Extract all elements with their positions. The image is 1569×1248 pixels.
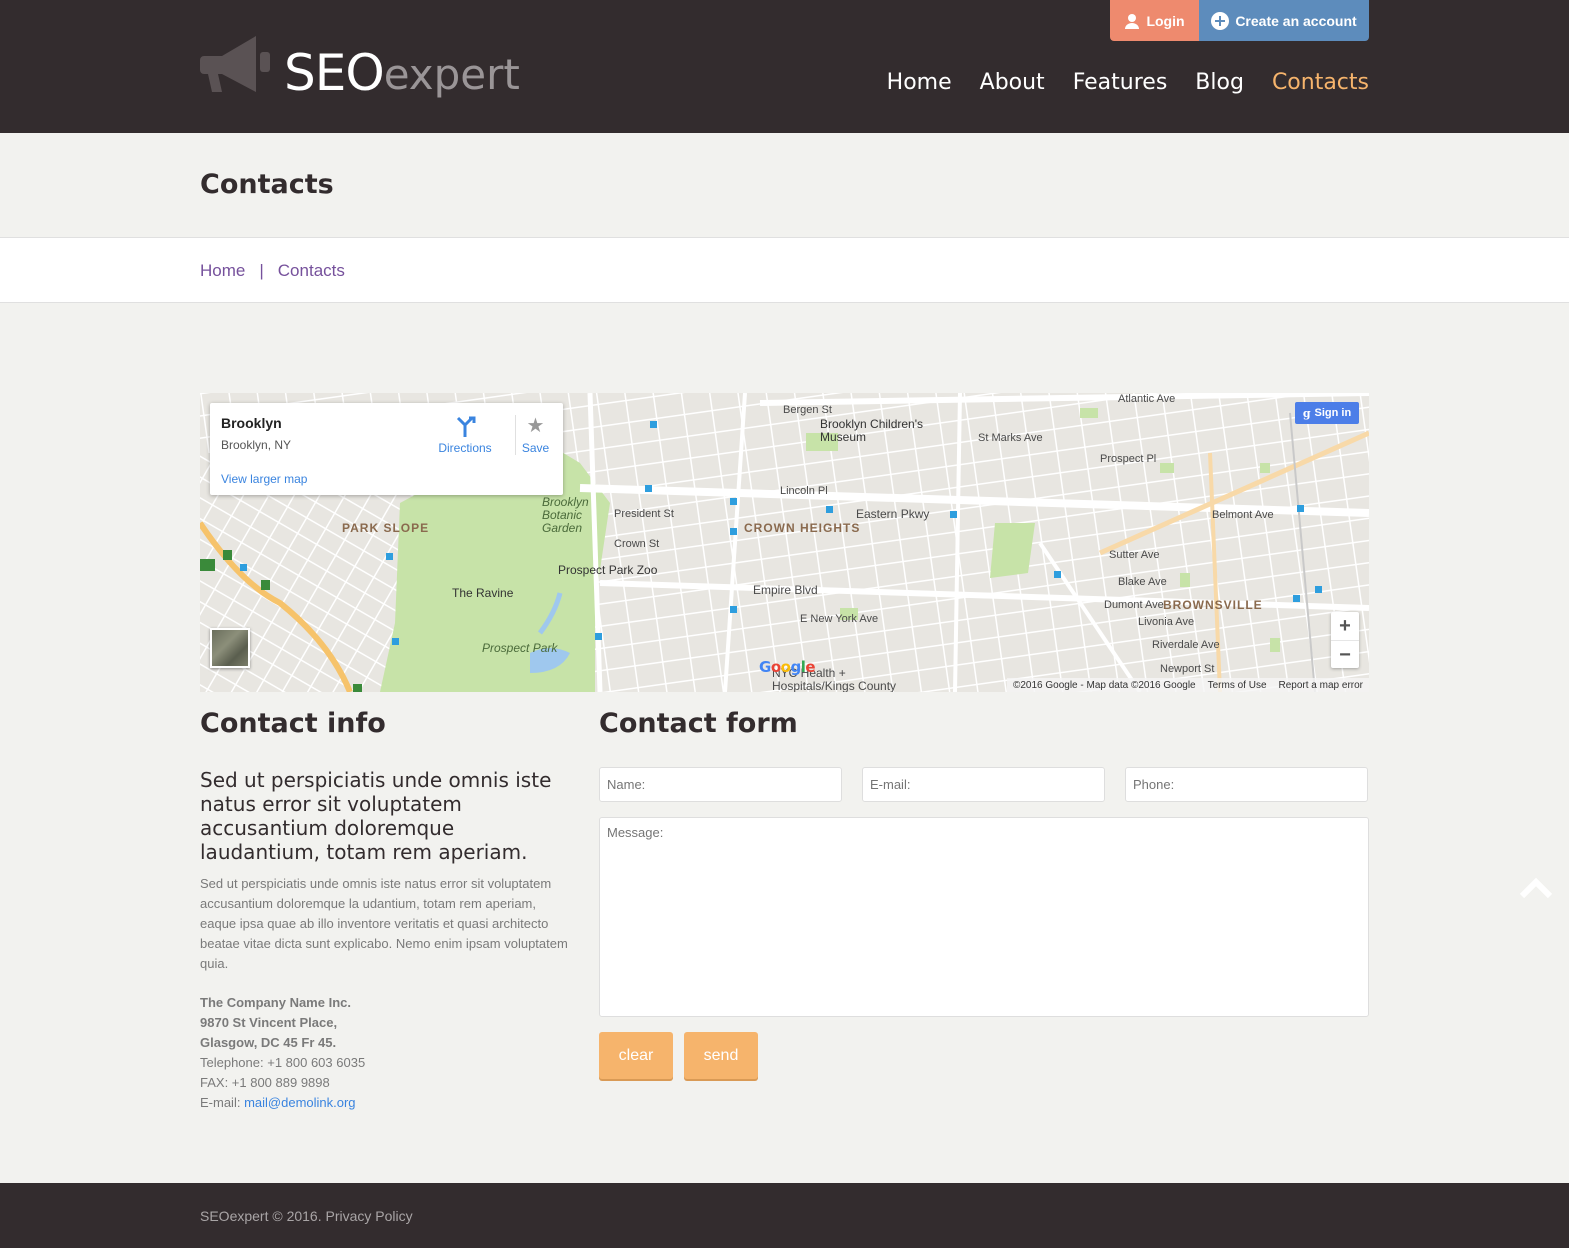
directions-icon — [456, 416, 476, 437]
map-label-blake-ave: Blake Ave — [1118, 576, 1167, 588]
clear-button[interactable]: clear — [599, 1032, 673, 1079]
map-label-childrens-museum: Brooklyn Children's Museum — [820, 417, 924, 444]
map-label-park-slope: PARK SLOPE — [342, 521, 430, 535]
map-label-e-new-york-ave: E New York Ave — [800, 613, 879, 625]
map-label-bergen-st: Bergen St — [783, 404, 832, 416]
name-field[interactable] — [599, 767, 842, 802]
nav-features[interactable]: Features — [1073, 70, 1168, 95]
create-account-button[interactable]: Create an account — [1199, 0, 1369, 41]
map-label-sutter-ave: Sutter Ave — [1109, 549, 1160, 561]
map-label-st-marks-ave: St Marks Ave — [978, 432, 1043, 444]
contact-info-heading: Contact info — [200, 708, 386, 739]
map-label-atlantic-ave: Atlantic Ave — [1118, 393, 1176, 405]
directions-button[interactable]: Directions — [438, 415, 492, 455]
place-title: Brooklyn — [221, 415, 282, 431]
map-label-crown-heights: CROWN HEIGHTS — [744, 521, 861, 535]
login-button[interactable]: Login — [1110, 0, 1199, 41]
logo-sub-text: expert — [383, 50, 520, 99]
email-field[interactable] — [862, 767, 1105, 802]
breadcrumb-separator: | — [259, 261, 264, 280]
breadcrumb-home[interactable]: Home — [200, 261, 245, 281]
breadcrumb-contacts[interactable]: Contacts — [278, 261, 345, 281]
zoom-in-button[interactable]: + — [1331, 612, 1359, 640]
contact-info-body: Sed ut perspiciatis unde omnis iste natu… — [200, 876, 568, 971]
site-footer: SEOexpert © 2016. Privacy Policy — [0, 1183, 1569, 1248]
map-label-lincoln-pl: Lincoln Pl — [780, 485, 828, 497]
fax: FAX: +1 800 889 9898 — [200, 1075, 330, 1090]
map-label-botanic-garden: Brooklyn Botanic Garden — [542, 495, 589, 535]
create-account-label: Create an account — [1235, 12, 1357, 29]
map-label-crown-st: Crown St — [614, 538, 660, 550]
map-attribution-bar: ©2016 Google - Map data ©2016 Google Ter… — [1006, 678, 1369, 692]
map-label-dumont-ave: Dumont Ave — [1104, 599, 1164, 611]
zoom-out-button[interactable]: − — [1331, 640, 1359, 668]
view-larger-map-link[interactable]: View larger map — [221, 472, 307, 486]
map-label-empire-blvd: Empire Blvd — [753, 583, 818, 597]
google-logo: Google — [759, 658, 816, 676]
satellite-toggle[interactable] — [210, 628, 250, 668]
megaphone-icon — [200, 36, 270, 92]
contact-form-heading: Contact form — [599, 708, 798, 739]
account-buttons: Login Create an account — [1110, 0, 1369, 41]
signin-label: Sign in — [1314, 407, 1352, 419]
company-name: The Company Name Inc. — [200, 995, 351, 1010]
save-label: Save — [521, 441, 550, 455]
star-icon: ★ — [526, 415, 545, 437]
map-label-prospect-park-zoo: Prospect Park Zoo — [558, 563, 658, 577]
plus-circle-icon — [1211, 11, 1230, 30]
map-terms-link[interactable]: Terms of Use — [1208, 680, 1267, 691]
address-line-1: 9870 St Vincent Place, — [200, 1015, 338, 1030]
google-g-icon: g — [1302, 406, 1311, 420]
breadcrumb: Home | Contacts — [200, 261, 345, 281]
privacy-policy-link[interactable]: Privacy Policy — [326, 1208, 413, 1224]
map-label-brownsville: BROWNSVILLE — [1163, 598, 1263, 612]
map-place-card: Brooklyn Brooklyn, NY View larger map Di… — [210, 403, 563, 495]
map-label-newport-st: Newport St — [1160, 663, 1215, 675]
map-label-president-st: President St — [614, 508, 674, 520]
map-label-belmont-ave: Belmont Ave — [1212, 509, 1274, 521]
nav-about[interactable]: About — [980, 70, 1045, 95]
map-report-link[interactable]: Report a map error — [1279, 680, 1363, 691]
place-subtitle: Brooklyn, NY — [221, 438, 292, 452]
user-icon — [1125, 13, 1140, 29]
login-label: Login — [1146, 12, 1185, 29]
page-title: Contacts — [200, 169, 334, 200]
company-address: The Company Name Inc. 9870 St Vincent Pl… — [200, 993, 365, 1113]
email-label: E-mail: — [200, 1095, 241, 1110]
message-field[interactable] — [599, 817, 1369, 1017]
footer-copyright: SEOexpert © 2016. Privacy Policy — [200, 1208, 413, 1224]
nav-blog[interactable]: Blog — [1195, 70, 1244, 95]
map-label-the-ravine: The Ravine — [452, 586, 514, 600]
back-to-top-icon[interactable] — [1520, 876, 1552, 900]
map-label-riverdale-ave: Riverdale Ave — [1152, 639, 1220, 651]
map-label-eastern-pkwy: Eastern Pkwy — [856, 507, 930, 521]
map-zoom-control: + − — [1331, 612, 1359, 668]
breadcrumb-bar: Home | Contacts — [0, 237, 1569, 303]
address-line-2: Glasgow, DC 45 Fr 45. — [200, 1035, 337, 1050]
map-label-livonia-ave: Livonia Ave — [1138, 616, 1195, 628]
email-row: E-mail: mail@demolink.org — [200, 1093, 365, 1113]
embedded-map[interactable]: PARK SLOPE CROWN HEIGHTS BROWNSVILLE Pro… — [200, 393, 1369, 692]
map-label-prospect-pl: Prospect Pl — [1100, 453, 1157, 465]
email-link[interactable]: mail@demolink.org — [244, 1095, 355, 1110]
site-header: SEO expert Login Create an account Home … — [0, 0, 1569, 133]
telephone: Telephone: +1 800 603 6035 — [200, 1055, 366, 1070]
save-button[interactable]: ★ Save — [515, 415, 555, 455]
phone-field[interactable] — [1125, 767, 1368, 802]
logo-main-text: SEO — [284, 44, 385, 102]
send-button[interactable]: send — [684, 1032, 758, 1079]
map-label-prospect-park: Prospect Park — [482, 641, 558, 655]
nav-home[interactable]: Home — [887, 70, 952, 95]
copyright-text: SEOexpert © 2016. — [200, 1208, 322, 1224]
map-signin-button[interactable]: g Sign in — [1295, 402, 1359, 424]
title-band: Contacts — [0, 133, 1569, 237]
directions-label: Directions — [438, 441, 492, 455]
main-nav: Home About Features Blog Contacts — [887, 70, 1369, 95]
site-logo[interactable]: SEO expert — [200, 28, 520, 98]
map-attribution: ©2016 Google - Map data ©2016 Google — [1012, 679, 1196, 691]
nav-contacts[interactable]: Contacts — [1272, 70, 1369, 95]
contact-info-lead: Sed ut perspiciatis unde omnis iste natu… — [200, 768, 552, 864]
